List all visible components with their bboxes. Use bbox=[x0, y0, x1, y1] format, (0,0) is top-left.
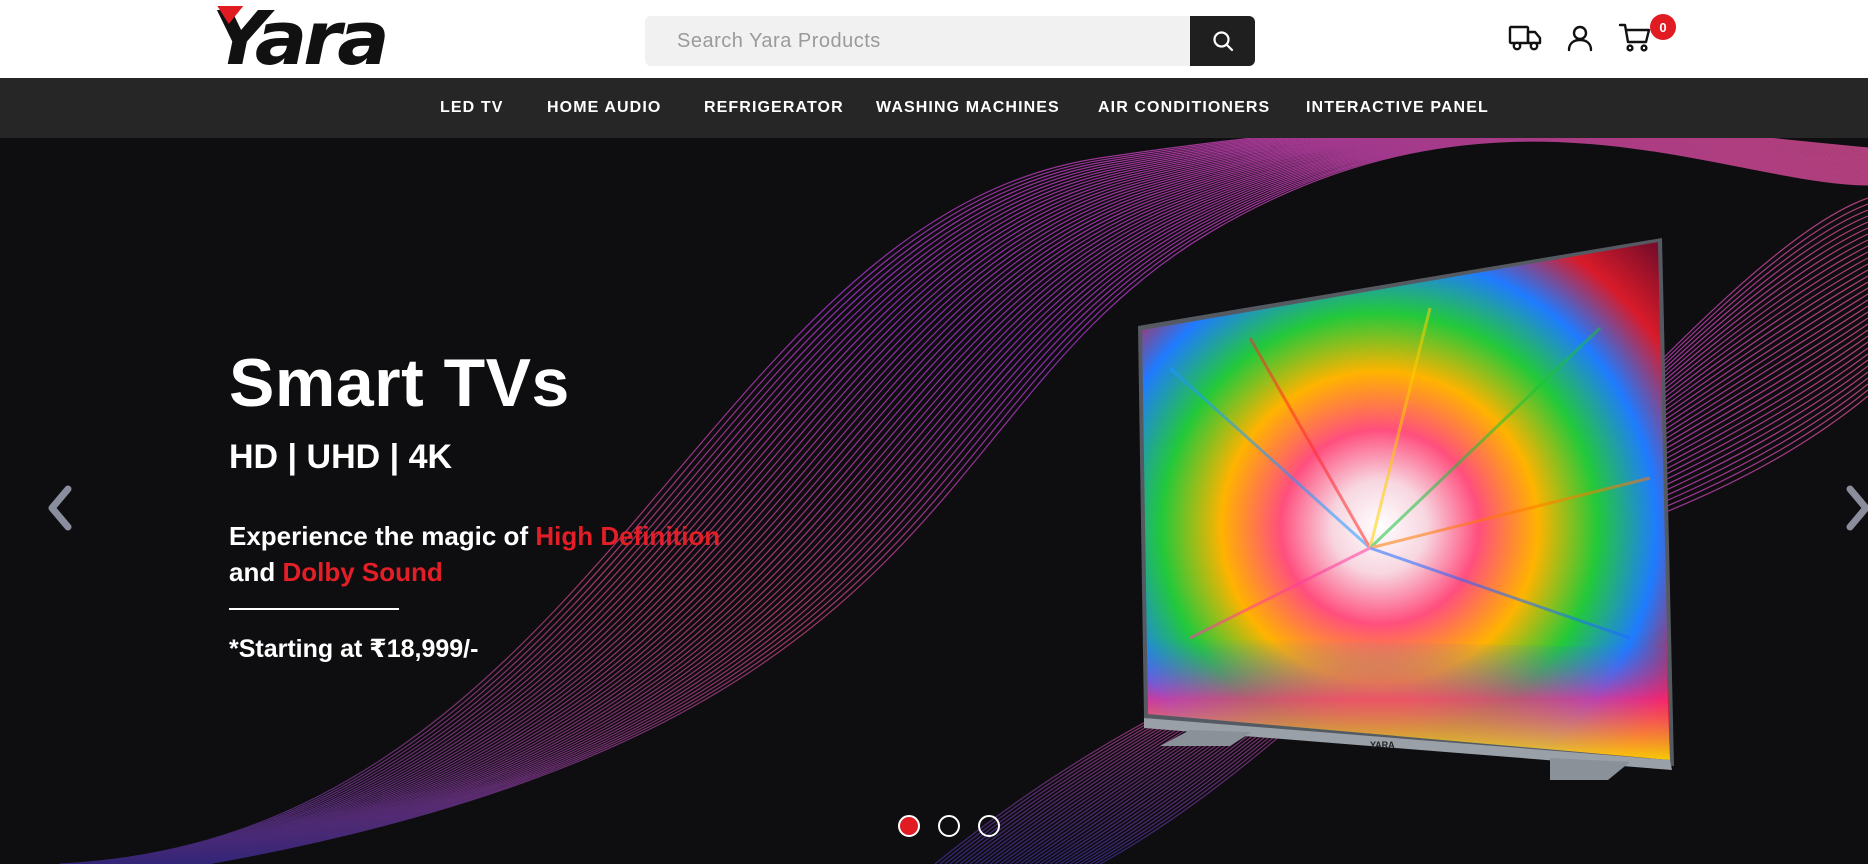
carousel-next-button[interactable] bbox=[1828, 468, 1868, 548]
hero-desc-text-2: and bbox=[229, 557, 283, 587]
carousel-dot-2[interactable] bbox=[938, 815, 960, 837]
hero-desc-highlight-2: Dolby Sound bbox=[282, 557, 443, 587]
nav-item-home-audio[interactable]: HOME AUDIO bbox=[547, 78, 661, 138]
search-icon bbox=[1212, 31, 1233, 52]
hero-price: *Starting at ₹18,999/- bbox=[229, 635, 479, 663]
hero-desc-highlight-1: High Definition bbox=[535, 521, 721, 551]
delivery-truck-icon bbox=[1508, 25, 1542, 51]
user-icon bbox=[1567, 25, 1593, 52]
cart-count-badge: 0 bbox=[1650, 14, 1676, 40]
account-button[interactable] bbox=[1560, 18, 1600, 58]
site-header: Yara 0 bbox=[0, 0, 1868, 82]
cart-icon bbox=[1618, 23, 1651, 52]
smart-tv-image: YARA bbox=[1138, 238, 1674, 780]
hero-desc-text-1: Experience the magic of bbox=[229, 521, 536, 551]
search-button[interactable] bbox=[1190, 16, 1255, 66]
hero-title: Smart TVs bbox=[229, 345, 570, 421]
carousel-prev-button[interactable] bbox=[30, 468, 90, 548]
nav-item-air-conditioners[interactable]: AIR CONDITIONERS bbox=[1098, 78, 1270, 138]
nav-item-led-tv[interactable]: LED TV bbox=[440, 78, 504, 138]
hero-description: Experience the magic of High Definition … bbox=[229, 518, 749, 590]
delivery-button[interactable] bbox=[1505, 18, 1545, 58]
yara-logo[interactable]: Yara bbox=[210, 0, 422, 82]
chevron-right-icon bbox=[1846, 485, 1868, 531]
main-nav: LED TV HOME AUDIO REFRIGERATOR WASHING M… bbox=[0, 78, 1868, 138]
chevron-left-icon bbox=[48, 485, 72, 531]
hero-carousel: Smart TVs HD | UHD | 4K Experience the m… bbox=[0, 138, 1868, 864]
tv-brand-label: YARA bbox=[1370, 740, 1395, 750]
cart-button[interactable] bbox=[1615, 18, 1655, 58]
search-bar bbox=[645, 16, 1255, 66]
hero-divider bbox=[229, 608, 399, 610]
nav-item-washing-machines[interactable]: WASHING MACHINES bbox=[876, 78, 1060, 138]
carousel-dot-1[interactable] bbox=[898, 815, 920, 837]
hero-subtitle: HD | UHD | 4K bbox=[229, 438, 453, 476]
nav-item-interactive-panel[interactable]: INTERACTIVE PANEL bbox=[1306, 78, 1489, 138]
nav-item-refrigerator[interactable]: REFRIGERATOR bbox=[704, 78, 844, 138]
carousel-dot-3[interactable] bbox=[978, 815, 1000, 837]
search-input[interactable] bbox=[645, 16, 1191, 66]
